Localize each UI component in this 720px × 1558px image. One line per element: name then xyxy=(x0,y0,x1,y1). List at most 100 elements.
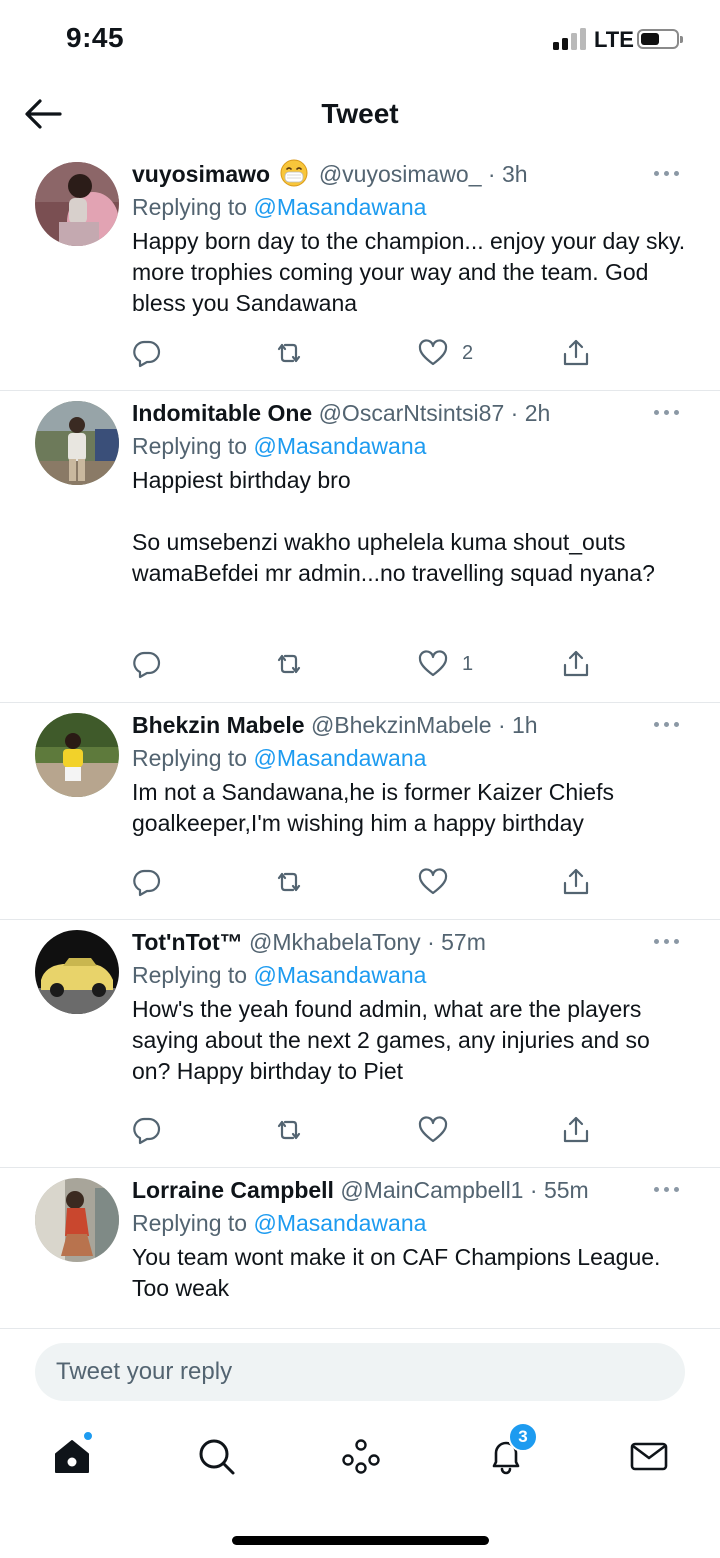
notification-count-badge: 3 xyxy=(508,1422,538,1452)
tab-messages[interactable] xyxy=(629,1436,669,1476)
cellular-signal-icon xyxy=(553,28,587,50)
home-icon xyxy=(55,1440,89,1473)
tweet[interactable]: Bhekzin Mabele @BhekzinMabele · 1h Reply… xyxy=(0,703,720,920)
avatar[interactable] xyxy=(35,930,119,1014)
reply-icon xyxy=(133,1117,161,1145)
retweet-icon xyxy=(277,1120,301,1140)
share-button[interactable] xyxy=(561,337,591,369)
display-name[interactable]: Tot'nTot™ xyxy=(132,929,243,955)
timestamp[interactable]: 55m xyxy=(544,1177,589,1203)
spaces-icon xyxy=(342,1439,380,1474)
tab-search[interactable] xyxy=(196,1436,236,1476)
avatar[interactable] xyxy=(35,401,119,485)
mention-link[interactable]: @Masandawana xyxy=(253,962,426,988)
top-nav: Tweet xyxy=(0,84,720,148)
tab-spaces[interactable] xyxy=(341,1436,381,1476)
search-icon xyxy=(199,1439,235,1475)
mention-link[interactable]: @Masandawana xyxy=(253,745,426,771)
tweet[interactable]: Lorraine Campbell @MainCampbell1 · 55m R… xyxy=(0,1168,720,1328)
share-button[interactable] xyxy=(561,866,591,898)
user-handle[interactable]: @MainCampbell1 xyxy=(340,1177,523,1203)
home-unread-dot xyxy=(82,1430,94,1442)
display-name[interactable]: vuyosimawo xyxy=(132,161,270,187)
home-indicator[interactable] xyxy=(232,1536,489,1545)
like-count: 1 xyxy=(462,652,474,675)
like-button[interactable] xyxy=(418,866,462,898)
reply-button[interactable] xyxy=(132,337,162,369)
more-options-icon[interactable] xyxy=(654,936,682,946)
reply-button[interactable] xyxy=(132,648,162,680)
timestamp[interactable]: 57m xyxy=(441,929,486,955)
reply-icon xyxy=(133,651,161,679)
user-handle[interactable]: @BhekzinMabele xyxy=(311,712,492,738)
tweet[interactable]: vuyosimawo @vuyosimawo_ · 3h Replying to… xyxy=(0,152,720,391)
retweet-icon xyxy=(277,654,301,674)
reply-icon xyxy=(133,869,161,897)
user-handle[interactable]: @MkhabelaTony xyxy=(249,929,421,955)
tweet-text: Happiest birthday bro So umsebenzi wakho… xyxy=(132,467,655,586)
user-handle[interactable]: @vuyosimawo_ xyxy=(319,161,482,187)
user-handle[interactable]: @OscarNtsintsi87 xyxy=(319,400,505,426)
mention-link[interactable]: @Masandawana xyxy=(253,1210,426,1236)
avatar[interactable] xyxy=(35,162,119,246)
heart-icon xyxy=(418,1116,448,1143)
display-name[interactable]: Indomitable One xyxy=(132,400,312,426)
share-icon xyxy=(563,650,589,677)
status-time: 9:45 xyxy=(66,22,125,53)
reply-button[interactable] xyxy=(132,866,162,898)
display-name[interactable]: Bhekzin Mabele xyxy=(132,712,305,738)
heart-icon xyxy=(418,868,448,895)
more-options-icon[interactable] xyxy=(654,407,682,417)
display-name[interactable]: Lorraine Campbell xyxy=(132,1177,334,1203)
replying-to: Replying to @Masandawana xyxy=(132,962,427,988)
tweet[interactable]: Tot'nTot™ @MkhabelaTony · 57m Replying t… xyxy=(0,920,720,1168)
tweet-actions: 1 xyxy=(132,648,602,682)
retweet-button[interactable] xyxy=(274,866,304,898)
tweet-actions: 2 xyxy=(132,337,602,371)
share-icon xyxy=(563,1116,589,1143)
timestamp[interactable]: 1h xyxy=(512,712,538,738)
reply-icon xyxy=(133,340,161,368)
reply-button[interactable] xyxy=(132,1114,162,1146)
like-button[interactable] xyxy=(418,1114,462,1146)
retweet-button[interactable] xyxy=(274,648,304,680)
tweet-text: Happy born day to the champion... enjoy … xyxy=(132,228,686,316)
heart-icon xyxy=(418,339,448,366)
more-options-icon[interactable] xyxy=(654,1184,682,1194)
replying-to: Replying to @Masandawana xyxy=(132,194,427,220)
reply-input[interactable]: Tweet your reply xyxy=(35,1343,685,1401)
retweet-button[interactable] xyxy=(274,1114,304,1146)
replying-to: Replying to @Masandawana xyxy=(132,1210,427,1236)
tab-notifications[interactable]: 3 xyxy=(486,1422,538,1476)
tab-bar: 3 xyxy=(0,1418,720,1498)
like-button[interactable]: 2 xyxy=(418,337,473,369)
tweet-actions xyxy=(132,1114,602,1148)
more-options-icon[interactable] xyxy=(654,168,682,178)
network-type: LTE xyxy=(594,27,634,52)
tweet-text: You team wont make it on CAF Champions L… xyxy=(132,1244,661,1301)
share-icon xyxy=(563,868,589,895)
tweet-text: How's the yeah found admin, what are the… xyxy=(132,996,650,1084)
avatar[interactable] xyxy=(35,1178,119,1262)
share-button[interactable] xyxy=(561,648,591,680)
tweet-actions xyxy=(132,866,602,900)
mention-link[interactable]: @Masandawana xyxy=(253,194,426,220)
like-button[interactable]: 1 xyxy=(418,648,473,680)
retweet-icon xyxy=(277,872,301,892)
timestamp[interactable]: 3h xyxy=(502,161,528,187)
mention-link[interactable]: @Masandawana xyxy=(253,433,426,459)
status-bar: 9:45 LTE xyxy=(0,0,720,80)
tweet[interactable]: Indomitable One @OscarNtsintsi87 · 2h Re… xyxy=(0,391,720,703)
more-options-icon[interactable] xyxy=(654,719,682,729)
reply-composer: Tweet your reply xyxy=(0,1328,720,1418)
tab-home[interactable] xyxy=(52,1430,94,1476)
retweet-button[interactable] xyxy=(274,337,304,369)
replying-to: Replying to @Masandawana xyxy=(132,433,427,459)
tweet-text: Im not a Sandawana,he is former Kaizer C… xyxy=(132,779,614,836)
page-title: Tweet xyxy=(321,98,399,129)
heart-icon xyxy=(418,650,448,677)
battery-icon xyxy=(637,29,683,49)
share-button[interactable] xyxy=(561,1114,591,1146)
avatar[interactable] xyxy=(35,713,119,797)
timestamp[interactable]: 2h xyxy=(525,400,551,426)
